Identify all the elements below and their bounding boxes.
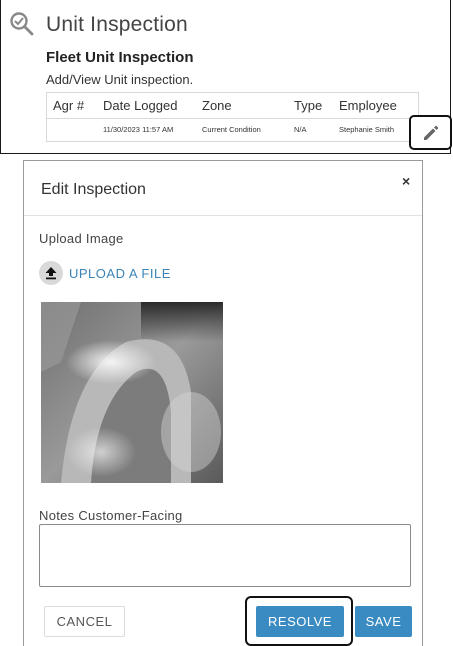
column-header-employee[interactable]: Employee	[339, 98, 397, 113]
close-icon[interactable]: ×	[402, 173, 410, 189]
column-header-date-logged[interactable]: Date Logged	[103, 98, 177, 113]
save-button[interactable]: SAVE	[355, 606, 412, 637]
upload-file-label: UPLOAD A FILE	[69, 265, 171, 281]
cell-employee: Stephanie Smith	[339, 125, 395, 134]
table-row[interactable]: 11/30/2023 11:57 AM Current Condition N/…	[47, 119, 418, 142]
edit-inspection-modal: Edit Inspection × Upload Image UPLOAD A …	[23, 160, 423, 646]
column-header-agr[interactable]: Agr #	[53, 98, 84, 113]
upload-arrow-icon	[39, 261, 63, 285]
edit-row-button[interactable]	[409, 115, 452, 150]
modal-divider	[24, 215, 422, 216]
section-title: Fleet Unit Inspection	[46, 49, 194, 66]
section-subtitle: Add/View Unit inspection.	[46, 72, 194, 87]
cancel-button[interactable]: CANCEL	[44, 606, 125, 637]
cell-type: N/A	[294, 125, 307, 134]
cell-zone: Current Condition	[202, 125, 261, 134]
upload-image-label: Upload Image	[39, 231, 124, 246]
modal-title: Edit Inspection	[41, 181, 146, 198]
inspection-photo[interactable]	[41, 302, 223, 483]
page-title: Unit Inspection	[46, 13, 188, 36]
notes-customer-facing-label: Notes Customer-Facing	[39, 508, 183, 523]
pencil-icon	[423, 125, 438, 140]
inspection-table: Agr # Date Logged Zone Type Employee 11/…	[46, 92, 419, 142]
resolve-button[interactable]: RESOLVE	[256, 606, 344, 637]
search-check-icon	[10, 12, 34, 36]
upload-file-button[interactable]: UPLOAD A FILE	[39, 260, 171, 286]
cell-date-logged: 11/30/2023 11:57 AM	[103, 125, 174, 134]
notes-customer-facing-input[interactable]	[39, 524, 411, 587]
column-header-zone[interactable]: Zone	[202, 98, 232, 113]
table-header: Agr # Date Logged Zone Type Employee	[47, 93, 418, 119]
column-header-type[interactable]: Type	[294, 98, 322, 113]
unit-inspection-panel: Unit Inspection Fleet Unit Inspection Ad…	[0, 0, 451, 154]
